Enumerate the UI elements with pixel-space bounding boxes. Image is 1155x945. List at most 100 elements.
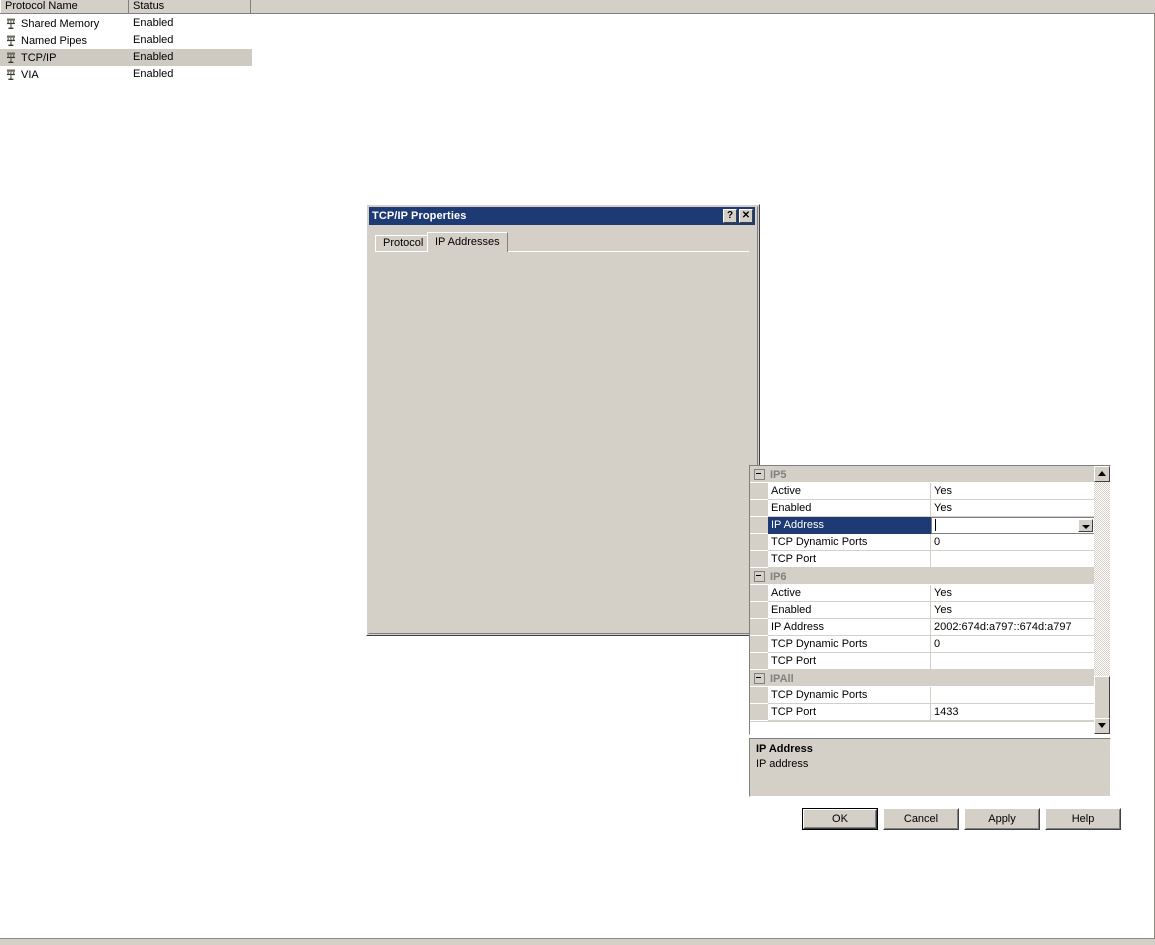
scrollbar-track[interactable] bbox=[1094, 482, 1110, 734]
property-description-pane: IP Address IP address bbox=[749, 738, 1111, 797]
table-row[interactable]: Named Pipes Enabled bbox=[0, 32, 1155, 49]
help-button-label: Help bbox=[1046, 809, 1120, 829]
text-caret bbox=[935, 519, 936, 531]
property-value[interactable]: Yes bbox=[931, 602, 1095, 619]
apply-button[interactable]: Apply bbox=[964, 808, 1040, 830]
row-gutter bbox=[750, 704, 768, 721]
protocol-name-label: Shared Memory bbox=[21, 17, 100, 30]
property-value[interactable] bbox=[931, 653, 1095, 670]
group-header-ip5[interactable]: IP5 bbox=[750, 466, 1095, 483]
collapse-icon[interactable] bbox=[754, 469, 765, 480]
close-button[interactable]: ✕ bbox=[739, 209, 753, 223]
property-name: TCP Dynamic Ports bbox=[768, 687, 931, 704]
grid-vertical-scrollbar[interactable] bbox=[1094, 466, 1110, 734]
cancel-button[interactable]: Cancel bbox=[883, 808, 959, 830]
row-gutter bbox=[750, 517, 768, 534]
help-button[interactable]: ? bbox=[723, 209, 737, 223]
property-name: Active bbox=[768, 585, 931, 602]
row-gutter bbox=[750, 602, 768, 619]
description-title: IP Address bbox=[756, 743, 813, 755]
row-gutter bbox=[750, 687, 768, 704]
scroll-down-icon[interactable] bbox=[1094, 718, 1110, 734]
property-value[interactable]: 0 bbox=[931, 636, 1095, 653]
property-value[interactable]: 1433 bbox=[931, 704, 1095, 721]
property-value[interactable]: 2002:674d:a797::674d:a797 bbox=[931, 619, 1095, 636]
chevron-down-icon[interactable] bbox=[1078, 519, 1093, 532]
group-label: IP5 bbox=[770, 468, 787, 481]
column-header-protocol-name[interactable]: Protocol Name bbox=[0, 0, 129, 13]
protocol-rows: Shared Memory Enabled Named Pipes Enable… bbox=[0, 15, 1155, 83]
network-protocol-icon bbox=[6, 17, 19, 30]
tab-protocol[interactable]: Protocol bbox=[375, 235, 432, 251]
property-row-active[interactable]: Active Yes bbox=[750, 483, 1095, 500]
tcpip-properties-dialog: TCP/IP Properties ? ✕ Protocol IP Addres… bbox=[366, 204, 1121, 830]
collapse-icon[interactable] bbox=[754, 673, 765, 684]
description-text: IP address bbox=[756, 758, 809, 770]
help-button-bottom[interactable]: Help bbox=[1045, 808, 1121, 830]
property-value[interactable] bbox=[931, 551, 1095, 568]
column-header-blank[interactable] bbox=[251, 0, 1154, 13]
table-row[interactable]: Shared Memory Enabled bbox=[0, 15, 1155, 32]
ip-address-property-grid[interactable]: IP5 Active Yes Enabled Yes IP Address TC… bbox=[749, 465, 1111, 735]
protocol-name-label: VIA bbox=[21, 68, 39, 81]
dialog-button-row: OK Cancel Apply Help bbox=[749, 808, 1121, 831]
table-row-selected[interactable]: TCP/IP Enabled bbox=[0, 49, 1155, 66]
property-name: IP Address bbox=[768, 517, 931, 534]
protocol-name-cell: Named Pipes bbox=[0, 32, 129, 49]
apply-button-label: Apply bbox=[965, 809, 1039, 829]
protocol-name-cell: VIA bbox=[0, 66, 129, 83]
property-row-tcp-port[interactable]: TCP Port bbox=[750, 653, 1095, 670]
network-protocol-icon bbox=[6, 68, 19, 81]
property-row-active[interactable]: Active Yes bbox=[750, 585, 1095, 602]
dialog-inner-bevel bbox=[368, 206, 758, 634]
property-row-ip-address[interactable]: IP Address 2002:674d:a797::674d:a797 bbox=[750, 619, 1095, 636]
tabstrip: Protocol IP Addresses bbox=[375, 232, 749, 252]
property-row-tcp-port[interactable]: TCP Port 1433 bbox=[750, 704, 1095, 721]
grid-empty-area bbox=[750, 721, 1095, 734]
property-row-tcp-port[interactable]: TCP Port bbox=[750, 551, 1095, 568]
property-name: Active bbox=[768, 483, 931, 500]
dialog-titlebar[interactable]: TCP/IP Properties ? ✕ bbox=[369, 207, 755, 225]
protocol-status-cell: Enabled bbox=[129, 49, 252, 66]
row-gutter bbox=[750, 585, 768, 602]
row-gutter bbox=[750, 619, 768, 636]
property-value[interactable] bbox=[931, 687, 1095, 704]
property-name: Enabled bbox=[768, 602, 931, 619]
property-value[interactable]: Yes bbox=[931, 483, 1095, 500]
property-grid-rows: IP5 Active Yes Enabled Yes IP Address TC… bbox=[750, 466, 1095, 734]
group-header-ipall[interactable]: IPAll bbox=[750, 670, 1095, 687]
network-protocol-icon bbox=[6, 34, 19, 47]
row-gutter bbox=[750, 653, 768, 670]
ip-address-input[interactable] bbox=[931, 517, 1095, 534]
ok-button[interactable]: OK bbox=[802, 808, 878, 830]
row-gutter bbox=[750, 500, 768, 517]
property-row-ip-address-selected[interactable]: IP Address bbox=[750, 517, 1095, 534]
property-row-enabled[interactable]: Enabled Yes bbox=[750, 602, 1095, 619]
row-gutter bbox=[750, 636, 768, 653]
group-header-ip6[interactable]: IP6 bbox=[750, 568, 1095, 585]
property-row-enabled[interactable]: Enabled Yes bbox=[750, 500, 1095, 517]
protocol-name-label: Named Pipes bbox=[21, 34, 88, 47]
collapse-icon[interactable] bbox=[754, 571, 765, 582]
property-value[interactable]: Yes bbox=[931, 585, 1095, 602]
protocol-name-cell: Shared Memory bbox=[0, 15, 129, 32]
row-gutter bbox=[750, 551, 768, 568]
property-row-tcp-dynamic-ports[interactable]: TCP Dynamic Ports bbox=[750, 687, 1095, 704]
property-name: Enabled bbox=[768, 500, 931, 517]
property-name: TCP Port bbox=[768, 653, 931, 670]
scroll-up-icon[interactable] bbox=[1094, 466, 1110, 482]
tab-ip-addresses[interactable]: IP Addresses bbox=[427, 232, 508, 252]
protocol-status-cell: Enabled bbox=[133, 68, 174, 80]
property-row-tcp-dynamic-ports[interactable]: TCP Dynamic Ports 0 bbox=[750, 636, 1095, 653]
property-name: TCP Dynamic Ports bbox=[768, 636, 931, 653]
column-header-status[interactable]: Status bbox=[129, 0, 251, 13]
dialog-title: TCP/IP Properties bbox=[372, 210, 467, 222]
property-value[interactable]: Yes bbox=[931, 500, 1095, 517]
property-value[interactable]: 0 bbox=[931, 534, 1095, 551]
protocol-name-cell: TCP/IP bbox=[0, 49, 129, 66]
row-gutter bbox=[750, 534, 768, 551]
property-row-tcp-dynamic-ports[interactable]: TCP Dynamic Ports 0 bbox=[750, 534, 1095, 551]
ok-button-label: OK bbox=[804, 810, 876, 828]
table-row[interactable]: VIA Enabled bbox=[0, 66, 1155, 83]
property-name: TCP Dynamic Ports bbox=[768, 534, 931, 551]
